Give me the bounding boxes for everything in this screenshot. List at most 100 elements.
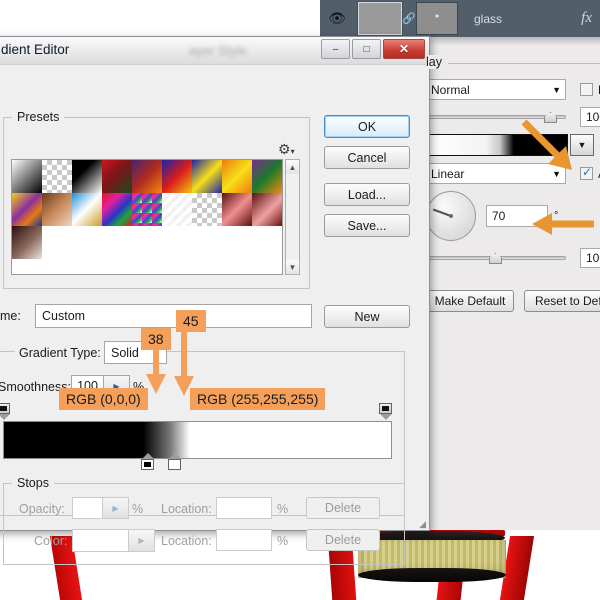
preset-swatch[interactable] xyxy=(72,160,102,193)
stop-tip xyxy=(0,414,10,420)
opacity-location-input[interactable] xyxy=(216,497,272,519)
preset-swatch[interactable] xyxy=(192,160,222,193)
color-location-input[interactable] xyxy=(216,529,272,551)
presets-legend: Presets xyxy=(12,110,64,124)
dither-checkbox[interactable]: Dithe xyxy=(580,83,600,97)
preset-swatch[interactable] xyxy=(42,193,72,226)
section-title: lay xyxy=(426,55,448,69)
load-button[interactable]: Load... xyxy=(324,183,410,206)
preset-swatch[interactable] xyxy=(162,193,192,226)
callout-rgb-white: RGB (255,255,255) xyxy=(190,388,325,410)
cancel-label: Cancel xyxy=(348,151,387,165)
blend-mode-select[interactable]: Normal ▼ xyxy=(426,79,566,100)
dial-hub xyxy=(449,214,453,218)
layer-name[interactable]: glass xyxy=(474,12,502,26)
delete-label: Delete xyxy=(325,533,361,547)
resize-grip[interactable]: ◢ xyxy=(419,519,426,530)
preset-swatch[interactable] xyxy=(252,193,282,226)
maximize-button[interactable]: □ xyxy=(352,39,381,59)
dialog-titlebar[interactable]: dient Editor ayer Style – □ ✕ xyxy=(0,37,429,65)
preset-swatch[interactable] xyxy=(222,160,252,193)
scale-value-input[interactable]: 100 xyxy=(580,248,600,268)
gradient-overlay-section-header: lay xyxy=(426,55,600,71)
preset-swatch[interactable] xyxy=(12,226,42,259)
scale-slider[interactable] xyxy=(426,251,566,265)
color-stop-black[interactable] xyxy=(141,453,154,470)
save-button[interactable]: Save... xyxy=(324,214,410,237)
angle-dial[interactable] xyxy=(426,191,476,241)
preset-swatch[interactable] xyxy=(72,193,102,226)
cancel-button[interactable]: Cancel xyxy=(324,146,410,169)
gradient-type-value: Solid xyxy=(111,346,139,360)
preset-swatch[interactable] xyxy=(222,193,252,226)
delete-label: Delete xyxy=(325,501,361,515)
load-label: Load... xyxy=(348,188,386,202)
preset-swatch[interactable] xyxy=(132,193,162,226)
callout-rgb-black: RGB (0,0,0) xyxy=(59,388,148,410)
dialog-title: dient Editor xyxy=(1,42,69,57)
layer-mask-thumbnail[interactable] xyxy=(416,2,458,35)
preset-swatch[interactable] xyxy=(252,160,282,193)
arrow-to-reverse-checkbox xyxy=(520,118,590,178)
layers-panel-row[interactable]: 👁 🔗 glass fx xyxy=(320,0,600,37)
color-stop-white[interactable] xyxy=(168,453,181,470)
preset-swatch[interactable] xyxy=(102,160,132,193)
close-button[interactable]: ✕ xyxy=(383,39,425,59)
stops-fieldset: Stops xyxy=(3,483,405,565)
background-window-title: ayer Style xyxy=(189,43,247,58)
ok-button[interactable]: OK xyxy=(324,115,410,138)
scroll-up-icon[interactable]: ▲ xyxy=(286,160,299,174)
opacity-label: Opacity: xyxy=(19,502,65,516)
stop-color-picker-button[interactable]: ▶ xyxy=(129,529,155,552)
opacity-stop-right[interactable] xyxy=(379,403,392,420)
preset-swatch[interactable] xyxy=(162,160,192,193)
preset-swatch[interactable] xyxy=(12,160,42,193)
reset-to-default-button[interactable]: Reset to Default xyxy=(524,290,600,312)
preset-swatch[interactable] xyxy=(12,193,42,226)
stop-opacity-stepper[interactable]: ▶ xyxy=(103,497,129,519)
chevron-down-icon: ▼ xyxy=(552,85,561,95)
gradient-editor-dialog: dient Editor ayer Style – □ ✕ Presets ⚙▾ xyxy=(0,36,430,531)
new-button[interactable]: New xyxy=(324,305,410,328)
color-label: Color: xyxy=(34,534,67,548)
stop-box xyxy=(168,459,181,470)
delete-color-stop-button[interactable]: Delete xyxy=(306,529,380,551)
preset-swatch[interactable] xyxy=(132,160,162,193)
layer-thumbnail[interactable] xyxy=(358,2,402,35)
delete-opacity-stop-button[interactable]: Delete xyxy=(306,497,380,519)
gradient-ramp[interactable] xyxy=(3,421,392,459)
callout-38: 38 xyxy=(141,328,171,350)
panel-top-edge xyxy=(424,37,600,45)
make-default-button[interactable]: Make Default xyxy=(426,290,514,312)
minimize-button[interactable]: – xyxy=(321,39,350,59)
preset-swatch[interactable] xyxy=(42,160,72,193)
stop-color-swatch[interactable] xyxy=(72,529,129,552)
preset-swatch[interactable] xyxy=(192,193,222,226)
gradient-type-label: Gradient Type: xyxy=(15,346,105,360)
gradient-name-input[interactable]: Custom xyxy=(35,304,312,328)
slider-knob[interactable] xyxy=(489,253,502,264)
new-label: New xyxy=(354,310,379,324)
scroll-down-icon[interactable]: ▼ xyxy=(286,260,299,274)
arrow-to-angle-field xyxy=(528,212,598,236)
eye-icon[interactable]: 👁 xyxy=(320,10,354,27)
color-location-unit: % xyxy=(277,534,288,548)
stop-box xyxy=(379,403,392,414)
opacity-location-label: Location: xyxy=(161,502,212,516)
fx-icon[interactable]: fx xyxy=(581,10,592,27)
presets-scrollbar[interactable]: ▲ ▼ xyxy=(285,159,300,275)
stop-box xyxy=(0,403,10,414)
stops-legend: Stops xyxy=(12,476,54,490)
angle-value: 70 xyxy=(492,209,505,223)
stop-opacity-input[interactable] xyxy=(72,497,103,519)
preset-swatch[interactable] xyxy=(102,193,132,226)
dialog-body: Presets ⚙▾ ▲ ▼ xyxy=(0,65,429,532)
gear-icon[interactable]: ⚙▾ xyxy=(278,141,295,158)
link-icon[interactable]: 🔗 xyxy=(402,12,416,25)
make-default-label: Make Default xyxy=(435,294,506,308)
gradient-style-value: Linear xyxy=(431,167,464,181)
opacity-stop-left[interactable] xyxy=(0,403,10,420)
color-location-label: Location: xyxy=(161,534,212,548)
preset-swatch-grid[interactable] xyxy=(11,159,283,275)
callout-45: 45 xyxy=(176,310,206,332)
